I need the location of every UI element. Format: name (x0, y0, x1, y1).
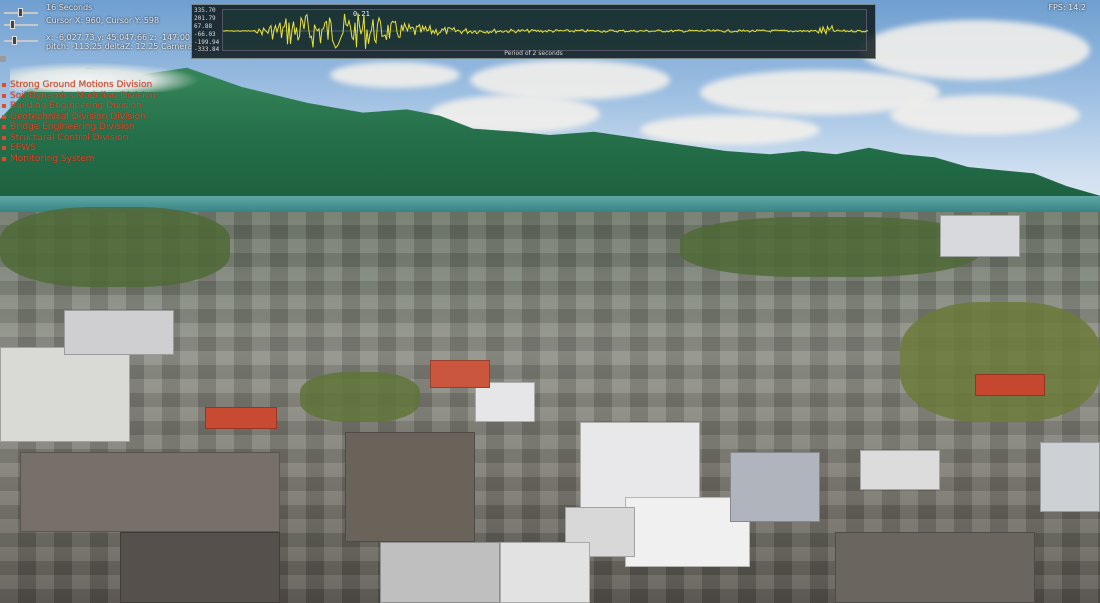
menu-item-label: Structural Control Division (10, 132, 129, 143)
bullet-icon (2, 114, 6, 119)
building (835, 532, 1035, 603)
bullet-icon (2, 125, 6, 129)
cloud (860, 20, 1090, 80)
bullet-icon (2, 104, 6, 108)
menu-item-label: Strong Ground Motions Division (10, 80, 153, 90)
duration-label: 16 Seconds (46, 3, 93, 12)
menu-item-strong-ground-motions[interactable]: Strong Ground Motions Division (0, 80, 200, 91)
y-tick-label: 201.79 (194, 15, 216, 22)
menu-item-label: Geotechnical Division Division (10, 111, 146, 122)
building (345, 432, 475, 542)
cursor-readout: Cursor X: 960, Cursor Y: 598 (46, 16, 160, 25)
building (975, 374, 1045, 396)
waveform-plot[interactable]: 0.21 (222, 9, 869, 51)
bullet-icon (2, 93, 6, 98)
menu-item-label: Soil Dynamics Modeling Division (10, 90, 156, 101)
menu-item-soil-dynamics[interactable]: Soil Dynamics Modeling Division (0, 91, 200, 102)
building (205, 407, 277, 429)
bullet-icon (2, 135, 6, 140)
menu-item-bridge-engineering[interactable]: Bridge Engineering Division (0, 122, 200, 133)
menu-toggle-icon[interactable] (0, 56, 6, 62)
building (20, 452, 280, 532)
camera-readout: pitch: -113.25 deltaZ: 12.25 Camera Sp..… (46, 42, 213, 51)
building (730, 452, 820, 522)
building (64, 310, 174, 355)
waveform-svg (222, 13, 869, 49)
hud-controls: 16 Seconds Cursor X: 960, Cursor Y: 598 … (0, 0, 213, 62)
cloud (640, 115, 820, 145)
waveform-panel: 335.70 201.79 67.88 -66.03 -199.94 -333.… (191, 4, 876, 59)
coordinates-readout: x: -6,027.73 y: 45,047.66 z: -147.00 (46, 33, 190, 42)
building (860, 450, 940, 490)
cloud (470, 60, 670, 100)
menu-item-eews[interactable]: EEWS (0, 143, 200, 154)
cursor-slider-handle[interactable] (10, 20, 15, 29)
building (1040, 442, 1100, 512)
menu-item-structural-control[interactable]: Structural Control Division (0, 133, 200, 144)
y-tick-label: 67.88 (194, 23, 213, 30)
menu-item-building-engineering[interactable]: Building Engineering Division (0, 101, 200, 112)
menu-item-label: Building Engineering Division (10, 101, 142, 111)
duration-slider-handle[interactable] (18, 8, 23, 17)
vegetation (300, 372, 420, 422)
menu-item-geotechnical[interactable]: Geotechnical Division Division (0, 112, 200, 123)
cloud (330, 62, 460, 88)
building (475, 382, 535, 422)
fps-counter: FPS: 14.2 (1048, 3, 1086, 12)
vegetation (900, 302, 1100, 422)
cloud (890, 95, 1080, 135)
menu-item-label: Bridge Engineering Division (10, 122, 135, 132)
menu-item-monitoring-system[interactable]: Monitoring System (0, 154, 200, 165)
vegetation (0, 207, 230, 287)
building (120, 532, 280, 603)
menu-item-label: EEWS (10, 143, 36, 153)
building (0, 347, 130, 442)
waveform-caption: Period of 2 seconds (504, 50, 563, 57)
menu-item-label: Monitoring System (10, 153, 95, 164)
building (380, 542, 500, 603)
city-ground (0, 207, 1100, 603)
division-menu: Strong Ground Motions Division Soil Dyna… (0, 80, 200, 164)
bullet-icon (2, 83, 6, 87)
vegetation (680, 217, 980, 277)
y-tick-label: 335.70 (194, 7, 216, 14)
building (500, 542, 590, 603)
bullet-icon (2, 156, 6, 161)
peak-marker-label: 0.21 (353, 10, 370, 18)
building (430, 360, 490, 388)
bullet-icon (2, 146, 6, 150)
camera-slider-handle[interactable] (12, 36, 17, 45)
building (940, 215, 1020, 257)
y-tick-label: -66.03 (194, 31, 216, 38)
camera-slider[interactable] (4, 40, 38, 42)
